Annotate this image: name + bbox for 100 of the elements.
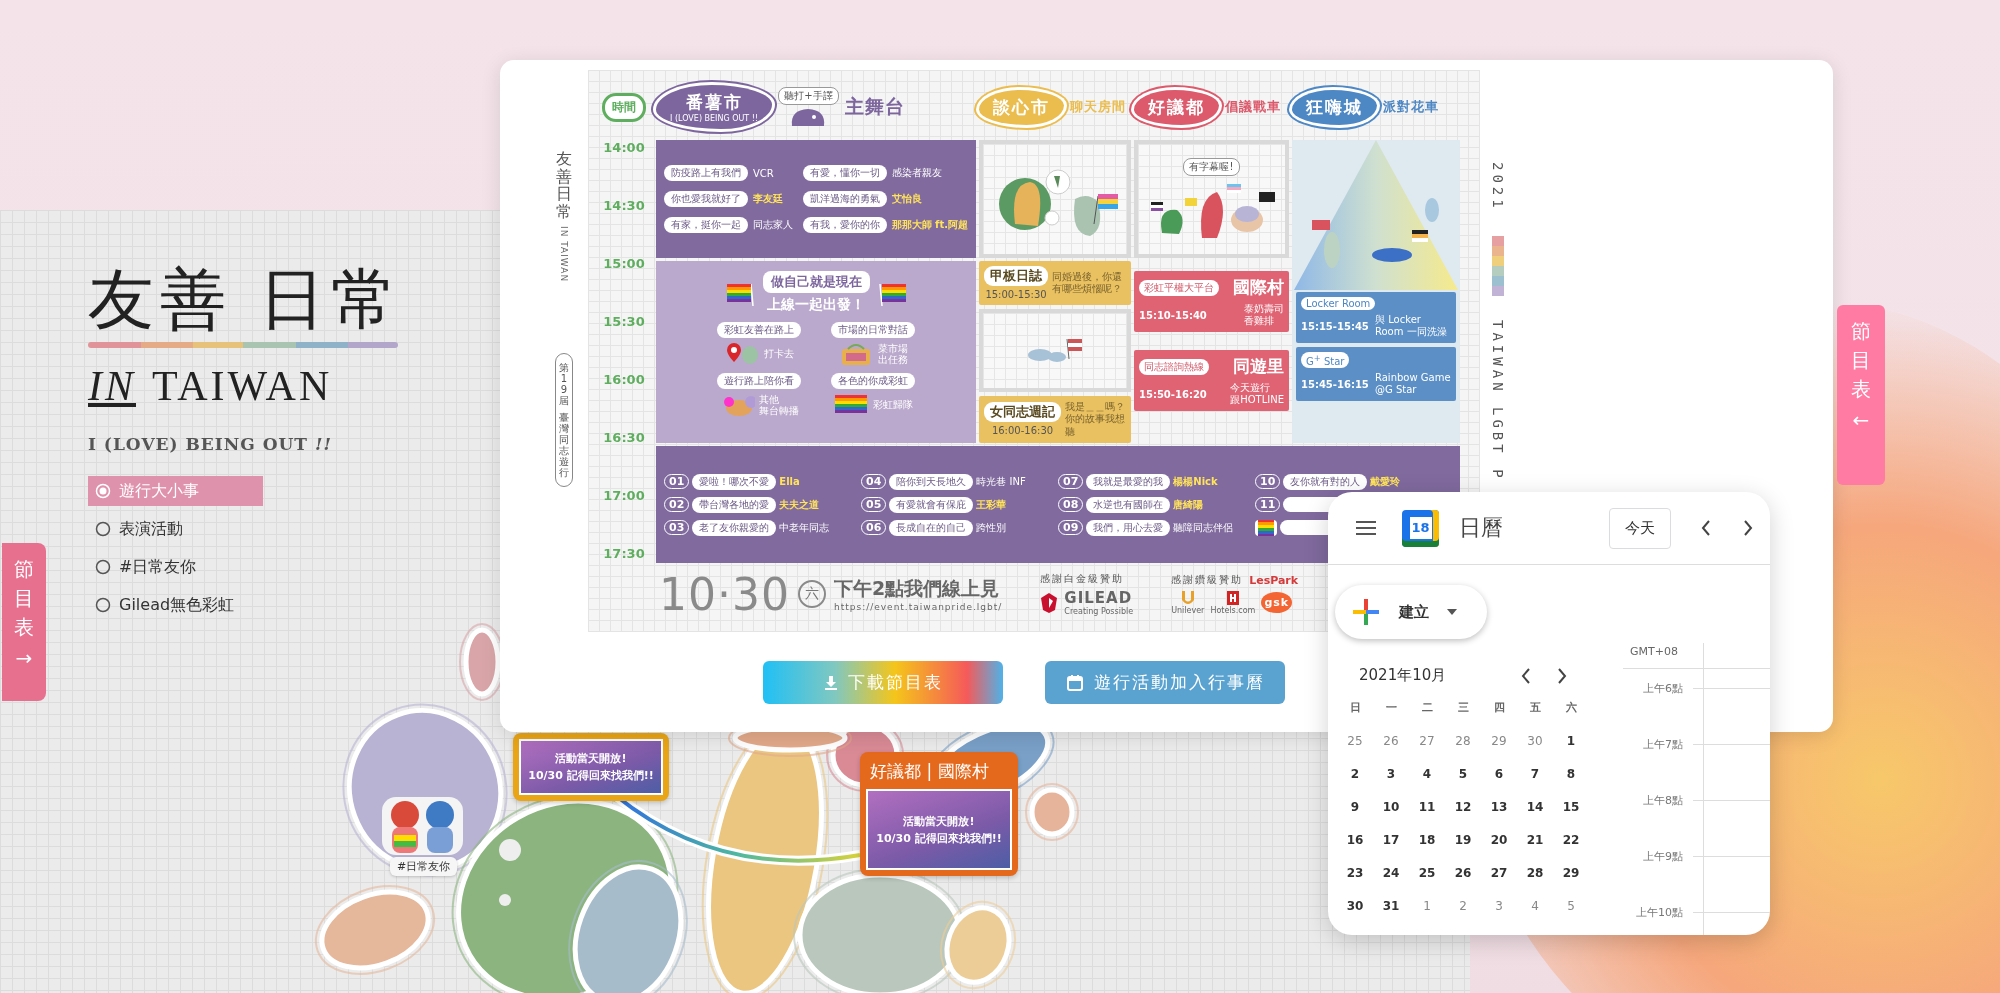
time-label: 16:30	[603, 430, 645, 445]
calendar-day[interactable]: 5	[1567, 898, 1575, 913]
stage-name: 談心市	[993, 95, 1050, 119]
calendar-day[interactable]: 27	[1419, 733, 1435, 748]
calendar-day[interactable]: 18	[1418, 832, 1436, 847]
calendar-day[interactable]: 2	[1350, 766, 1360, 781]
calendar-day[interactable]: 26	[1454, 865, 1472, 880]
calendar-day[interactable]: 28	[1455, 733, 1471, 748]
sponsor-label: 感謝白金級贊助	[1040, 572, 1125, 586]
chevron-right-icon[interactable]	[1741, 519, 1755, 537]
session-note: 我是＿＿嗎？你的故事我想聽	[1065, 400, 1126, 438]
calendar-day[interactable]: 4	[1422, 766, 1432, 781]
filter-option[interactable]: #日常友你	[88, 552, 263, 582]
weekday-label: 三	[1457, 700, 1469, 715]
radio-icon[interactable]	[95, 597, 111, 613]
calendar-day[interactable]: 21	[1526, 832, 1544, 847]
calendar-day[interactable]: 27	[1490, 865, 1508, 880]
calendar-day[interactable]: 14	[1526, 799, 1544, 814]
filter-option[interactable]: 表演活動	[88, 514, 263, 544]
radio-icon[interactable]	[95, 521, 111, 537]
weekday-label: 日	[1349, 700, 1361, 715]
calendar-day[interactable]: 29	[1491, 733, 1507, 748]
performer-name: 戴愛玲	[1370, 474, 1401, 489]
stage-venue: 派對花車	[1383, 98, 1439, 116]
calendar-day[interactable]: 9	[1350, 799, 1360, 814]
rainbow-bar	[1491, 235, 1504, 296]
calendar-day[interactable]: 3	[1495, 898, 1503, 913]
slogan: 下午2點我們線上見	[833, 576, 1001, 601]
calendar-day[interactable]: 30	[1346, 898, 1364, 913]
event-url: https://event.taiwanpride.lgbt/	[833, 602, 1003, 612]
chevron-left-icon[interactable]	[1699, 519, 1713, 537]
stage-name: 好議都	[1148, 95, 1205, 119]
time-label: 15:00	[603, 256, 645, 271]
calendar-day[interactable]: 16	[1346, 832, 1364, 847]
calendar-icon	[1065, 673, 1084, 692]
caret-icon	[1447, 609, 1457, 615]
performer-name: Ella	[779, 476, 800, 487]
sponsor-logo-text: Unilever	[1171, 606, 1205, 615]
program-title: 防疫路上有我們	[664, 165, 748, 181]
calendar-day[interactable]: 13	[1490, 799, 1508, 814]
calendar-day[interactable]: 5	[1458, 766, 1468, 781]
session-host: Locker Room	[1301, 297, 1376, 310]
poster-side-subtitle: IN TAIWAN	[559, 226, 569, 283]
banner-text: 活動當天開放!	[903, 813, 975, 829]
event-card[interactable]: 活動當天開放! 10/30 記得回來找我們!!	[513, 733, 669, 801]
calendar-day[interactable]: 4	[1531, 898, 1539, 913]
create-button[interactable]: 建立	[1335, 585, 1487, 639]
event-card[interactable]: 好議都 | 國際村 活動當天開放! 10/30 記得回來找我們!!	[860, 752, 1018, 876]
activity-caption: 其他	[759, 393, 780, 405]
session-title: 同遊里	[1233, 355, 1284, 378]
calendar-day[interactable]: 20	[1490, 832, 1508, 847]
calendar-day[interactable]: 11	[1418, 799, 1436, 814]
today-button[interactable]: 今天	[1609, 507, 1671, 549]
stage-name: 狂嗨城	[1306, 95, 1363, 119]
banner-text: 活動當天開放!	[555, 751, 627, 766]
chevron-right-icon[interactable]	[1555, 666, 1569, 685]
calendar-day[interactable]: 17	[1382, 832, 1400, 847]
calendar-day[interactable]: 23	[1346, 865, 1364, 880]
calendar-day[interactable]: 7	[1530, 766, 1540, 781]
calendar-day[interactable]: 25	[1347, 733, 1363, 748]
rainbow-flag-icon	[1255, 519, 1277, 536]
download-icon	[823, 674, 838, 691]
calendar-day[interactable]: 8	[1566, 766, 1576, 781]
calendar-day[interactable]: 25	[1418, 865, 1436, 880]
calendar-day[interactable]: 28	[1526, 865, 1544, 880]
shield-logo-icon	[1040, 591, 1059, 614]
subtitle: TAIWAN	[152, 362, 333, 410]
calendar-day[interactable]: 3	[1386, 766, 1396, 781]
calendar-logo: 18	[1402, 509, 1439, 547]
program-title: 有家，挺你一起	[664, 217, 748, 233]
edition-text: 第19屆	[559, 361, 569, 406]
sponsor-logo-text: Hotels.com	[1210, 606, 1256, 615]
calendar-day[interactable]: 22	[1562, 832, 1580, 847]
session-host: G$^{+}$ Star	[1301, 352, 1350, 369]
calendar-day[interactable]: 12	[1454, 799, 1472, 814]
calendar-day[interactable]: 29	[1562, 865, 1580, 880]
program-title: 長成自在的自己	[889, 519, 974, 536]
calendar-day[interactable]: 26	[1383, 733, 1399, 748]
menu-icon[interactable]	[1356, 520, 1376, 536]
calendar-day[interactable]: 31	[1382, 898, 1400, 913]
calendar-day[interactable]: 1	[1566, 733, 1576, 748]
calendar-day[interactable]: 10	[1382, 799, 1400, 814]
performer-name: 王彩華	[976, 497, 1007, 512]
calendar-day[interactable]: 2	[1459, 898, 1467, 913]
speech-bubble: 聽打+手譯	[778, 86, 839, 105]
tagline: I (LOVE) BEING OUT !!	[88, 434, 332, 454]
calendar-day[interactable]: 15	[1562, 799, 1580, 814]
chevron-left-icon[interactable]	[1519, 666, 1533, 685]
calendar-day[interactable]: 6	[1494, 766, 1504, 781]
calendar-day[interactable]: 19	[1454, 832, 1472, 847]
filter-option[interactable]: Gilead無色彩虹	[88, 590, 263, 620]
stage-venue: 聊天房間	[1070, 98, 1126, 116]
calendar-day[interactable]: 30	[1527, 733, 1543, 748]
activity-caption: 彩虹歸隊	[873, 399, 913, 411]
calendar-day[interactable]: 1	[1423, 898, 1431, 913]
session-time: 15:10-15:40	[1139, 309, 1207, 321]
radio-icon[interactable]	[95, 559, 111, 575]
calendar-day[interactable]: 24	[1382, 865, 1400, 880]
program-title: 陪你到天長地久	[889, 473, 974, 490]
stage-venue: 主舞台	[844, 94, 905, 119]
